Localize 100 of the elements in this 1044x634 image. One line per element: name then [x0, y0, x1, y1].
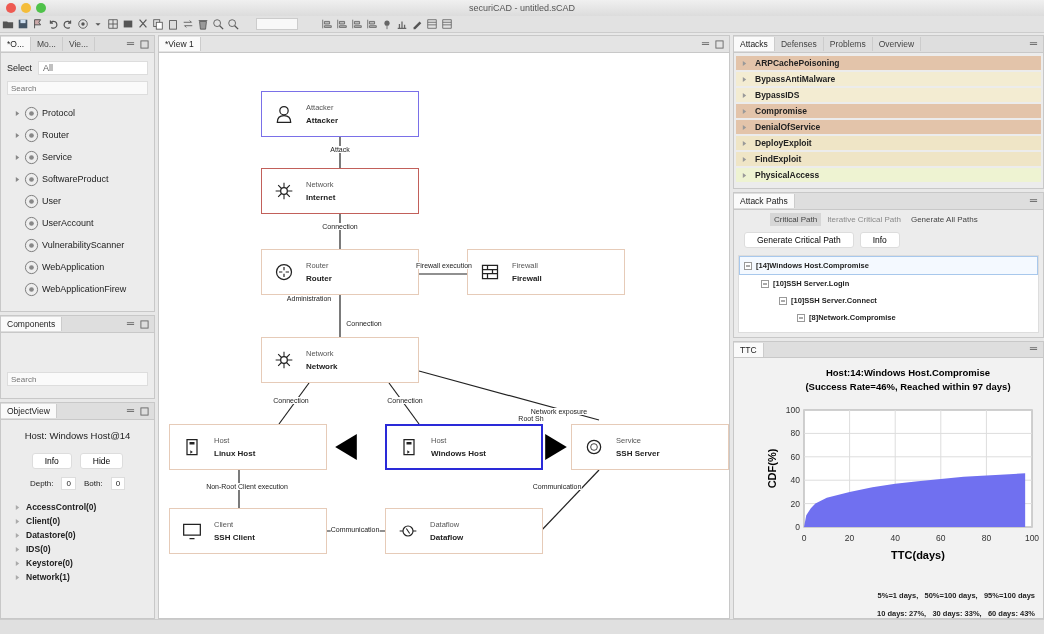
expand-arrow-icon[interactable]: [742, 92, 747, 98]
grid-icon[interactable]: [107, 18, 119, 30]
collapse-icon[interactable]: [779, 296, 787, 305]
category-item[interactable]: Keystore(0): [26, 558, 73, 568]
table-icon[interactable]: [426, 18, 438, 30]
panel-tab[interactable]: Attack Paths: [734, 194, 795, 208]
expand-arrow-icon[interactable]: [15, 574, 20, 580]
palette-item[interactable]: SoftwareProduct: [42, 174, 109, 184]
expand-arrow-icon[interactable]: [742, 172, 747, 178]
undo-icon[interactable]: [47, 18, 59, 30]
attack-row[interactable]: DeployExploit: [736, 136, 1041, 150]
path-button[interactable]: Info: [859, 232, 900, 248]
palette-item[interactable]: WebApplication: [42, 262, 105, 272]
folder-icon[interactable]: [2, 18, 14, 30]
panel-tab[interactable]: TTC: [734, 342, 764, 357]
maximize-icon[interactable]: [140, 406, 149, 416]
maximize-icon[interactable]: [140, 39, 149, 49]
table-icon[interactable]: [441, 18, 453, 30]
object-button[interactable]: Info: [31, 453, 72, 469]
attack-row[interactable]: PhysicalAccess: [736, 168, 1041, 182]
redo-icon[interactable]: [62, 18, 74, 30]
palette-item[interactable]: VulnerabilityScanner: [42, 240, 125, 250]
palette-item[interactable]: User: [42, 196, 61, 206]
select-field[interactable]: All: [38, 61, 148, 75]
category-item[interactable]: IDS(0): [26, 544, 51, 554]
paste-icon[interactable]: [167, 18, 179, 30]
expand-arrow-icon[interactable]: [742, 76, 747, 82]
search-field[interactable]: Search: [7, 81, 148, 95]
expand-arrow-icon[interactable]: [15, 518, 20, 524]
expand-arrow-icon[interactable]: [15, 532, 20, 538]
expand-arrow-icon[interactable]: [742, 108, 747, 114]
expand-arrow-icon[interactable]: [15, 546, 20, 552]
flag-icon[interactable]: [32, 18, 44, 30]
panel-tab[interactable]: Vie...: [62, 37, 96, 51]
target-icon[interactable]: [77, 18, 89, 30]
pencil-icon[interactable]: [411, 18, 423, 30]
maximize-icon[interactable]: [715, 39, 724, 49]
search-field[interactable]: Search: [7, 372, 148, 386]
right-arrow-handle[interactable]: [545, 434, 567, 460]
expand-arrow-icon[interactable]: [742, 156, 747, 162]
panel-tab[interactable]: ObjectView: [1, 404, 57, 418]
save-icon[interactable]: [17, 18, 29, 30]
object-button[interactable]: Hide: [79, 453, 124, 469]
palette-item[interactable]: WebApplicationFirew: [42, 284, 127, 294]
collapse-icon[interactable]: [797, 313, 805, 322]
close-button[interactable]: [6, 3, 16, 13]
category-item[interactable]: Datastore(0): [26, 530, 76, 540]
mode-tab[interactable]: Critical Path: [770, 213, 822, 226]
attack-row[interactable]: ARPCachePoisoning: [736, 56, 1041, 70]
copy-icon[interactable]: [152, 18, 164, 30]
zoom-dropdown[interactable]: [256, 18, 298, 30]
panel-tab[interactable]: Mo...: [31, 37, 63, 51]
expand-arrow-icon[interactable]: [15, 154, 20, 160]
both-field[interactable]: 0: [110, 477, 126, 490]
attack-row[interactable]: DenialOfService: [736, 120, 1041, 134]
attack-row[interactable]: FindExploit: [736, 152, 1041, 166]
panel-tab[interactable]: Overview: [872, 37, 922, 51]
chart-icon[interactable]: [396, 18, 408, 30]
arrows-icon[interactable]: [182, 18, 194, 30]
attack-row[interactable]: BypassIDS: [736, 88, 1041, 102]
maximize-icon[interactable]: [140, 319, 149, 329]
editor-tab[interactable]: *View 1: [159, 37, 201, 51]
panel-tab[interactable]: Attacks: [734, 37, 775, 51]
expand-arrow-icon[interactable]: [15, 504, 20, 510]
collapse-icon[interactable]: [744, 261, 752, 270]
align-icon[interactable]: [336, 18, 348, 30]
expand-arrow-icon[interactable]: [15, 132, 20, 138]
palette-item[interactable]: Service: [42, 152, 72, 162]
attack-row[interactable]: BypassAntiMalware: [736, 72, 1041, 86]
attack-row[interactable]: Compromise: [736, 104, 1041, 118]
zoom-out-icon[interactable]: [227, 18, 239, 30]
expand-arrow-icon[interactable]: [742, 140, 747, 146]
expand-arrow-icon[interactable]: [742, 124, 747, 130]
zoom-in-icon[interactable]: [212, 18, 224, 30]
palette-item[interactable]: Router: [42, 130, 69, 140]
pin-icon[interactable]: [381, 18, 393, 30]
collapse-icon[interactable]: [761, 279, 769, 288]
panel-tab[interactable]: *O...: [1, 37, 31, 51]
expand-arrow-icon[interactable]: [15, 176, 20, 182]
zoom-button[interactable]: [36, 3, 46, 13]
expand-arrow-icon[interactable]: [742, 60, 747, 66]
trash-icon[interactable]: [197, 18, 209, 30]
panel-tab[interactable]: Defenses: [774, 37, 824, 51]
align-icon[interactable]: [351, 18, 363, 30]
expand-arrow-icon[interactable]: [15, 110, 20, 116]
category-item[interactable]: Network(1): [26, 572, 70, 582]
depth-field[interactable]: 0: [61, 477, 76, 490]
category-item[interactable]: Client(0): [26, 516, 60, 526]
path-button[interactable]: Generate Critical Path: [744, 232, 854, 248]
align-icon[interactable]: [366, 18, 378, 30]
align-icon[interactable]: [321, 18, 333, 30]
mode-tab[interactable]: Generate All Paths: [906, 213, 982, 226]
left-arrow-handle[interactable]: [335, 434, 357, 460]
category-item[interactable]: AccessControl(0): [26, 502, 97, 512]
palette-item[interactable]: UserAccount: [42, 218, 94, 228]
x-tick: 80: [981, 533, 992, 544]
expand-arrow-icon[interactable]: [15, 560, 20, 566]
palette-item[interactable]: Protocol: [42, 108, 76, 118]
panel-tab[interactable]: Components: [1, 317, 63, 331]
panel-tab[interactable]: Problems: [823, 37, 873, 51]
